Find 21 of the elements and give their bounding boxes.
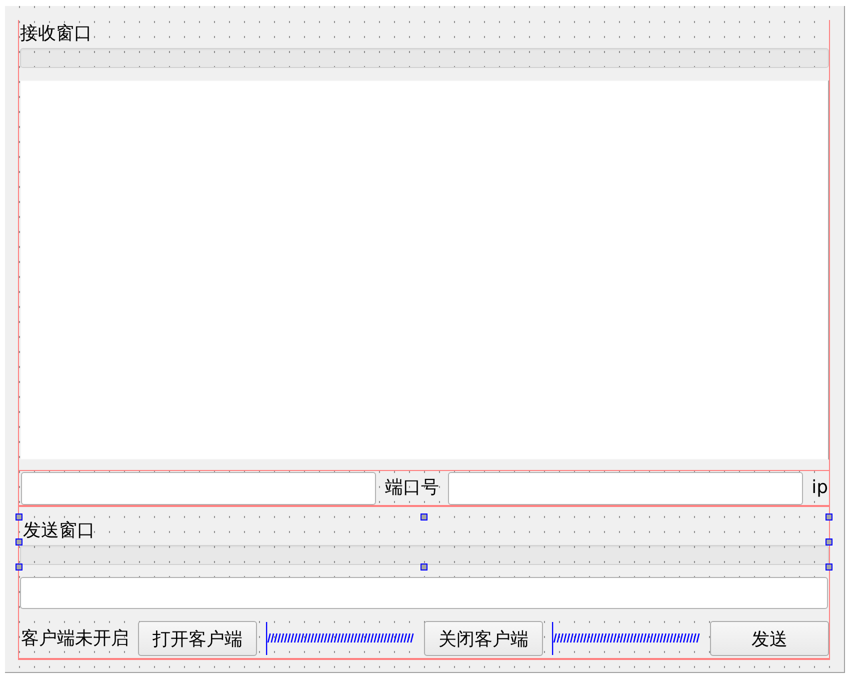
input-field[interactable] — [448, 472, 803, 504]
resize-handle[interactable] — [826, 538, 832, 546]
push-button[interactable]: 关闭客户端 — [424, 621, 543, 656]
status-label: 客户端未开启 — [21, 628, 129, 650]
resize-handle[interactable] — [826, 564, 832, 570]
resize-handle[interactable] — [16, 564, 22, 570]
push-button[interactable]: 发送 — [710, 621, 829, 656]
spacer-icon — [266, 622, 415, 655]
field-label: ip — [812, 477, 828, 499]
resize-handle[interactable] — [420, 564, 428, 570]
resize-handle[interactable] — [16, 514, 22, 520]
resize-handle[interactable] — [826, 514, 832, 520]
input-field[interactable] — [21, 472, 376, 504]
resize-handle[interactable] — [16, 538, 22, 546]
send-input-field[interactable] — [20, 577, 828, 609]
push-button[interactable]: 打开客户端 — [138, 621, 257, 656]
section-label: 接收窗口 — [20, 24, 92, 44]
spacer-icon — [552, 622, 701, 655]
field-label: 端口号 — [384, 477, 439, 499]
resize-handle[interactable] — [420, 514, 428, 520]
section-label: 发送窗口 — [23, 521, 95, 541]
